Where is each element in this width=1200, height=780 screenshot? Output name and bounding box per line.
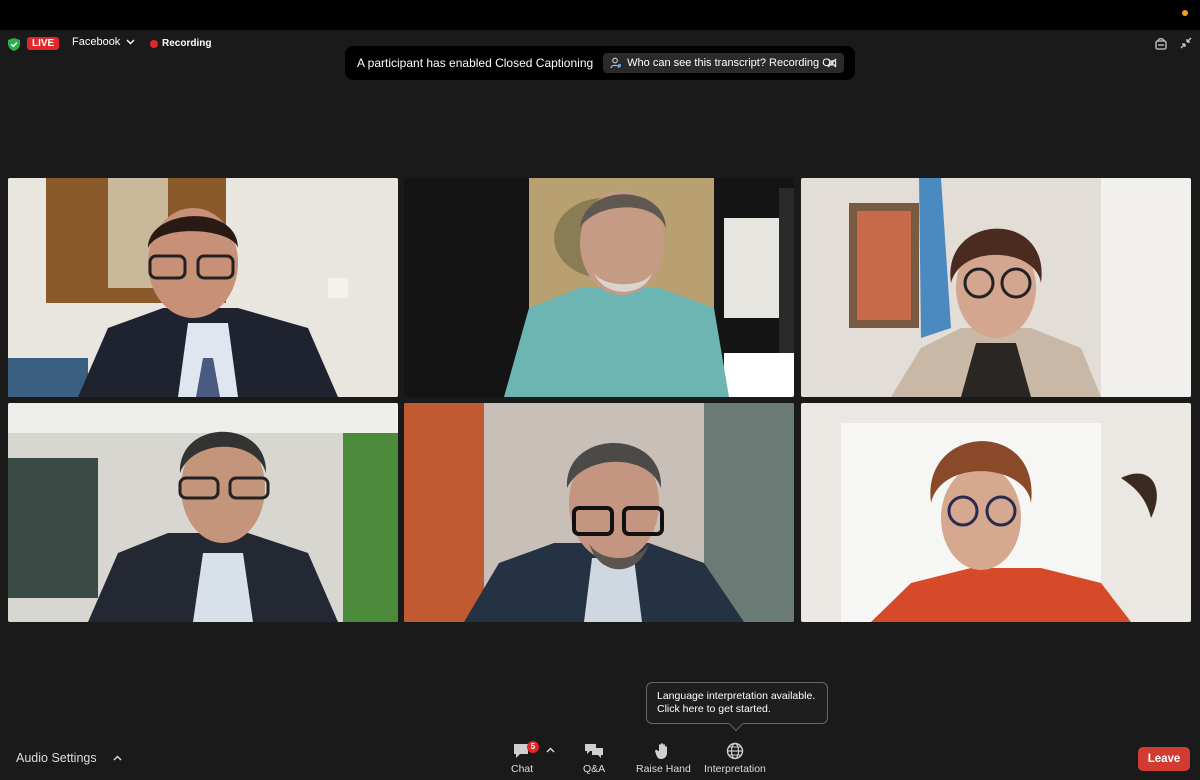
security-shield-icon[interactable] bbox=[8, 38, 20, 51]
close-icon[interactable] bbox=[825, 56, 839, 70]
transcript-visibility-button[interactable]: Who can see this transcript? Recording O… bbox=[603, 53, 844, 73]
video-tile-participant-1[interactable] bbox=[8, 178, 398, 397]
audio-settings-label: Audio Settings bbox=[16, 751, 97, 765]
meeting-toolbar: Audio Settings 5 Chat Q&A Raise Hand Int… bbox=[0, 738, 1200, 780]
notification-dot bbox=[1182, 10, 1188, 16]
stream-platform-label: Facebook bbox=[72, 36, 121, 48]
chat-unread-badge: 5 bbox=[527, 741, 539, 753]
exit-fullscreen-icon[interactable] bbox=[1179, 36, 1193, 50]
participant-video-feed bbox=[8, 403, 398, 622]
stream-platform-dropdown[interactable]: Facebook bbox=[72, 36, 135, 48]
window-title-bar bbox=[0, 0, 1200, 30]
recording-label: Recording bbox=[162, 38, 212, 49]
participant-video-feed bbox=[404, 403, 794, 622]
qa-label: Q&A bbox=[583, 763, 606, 775]
tooltip-line-2: Click here to get started. bbox=[657, 703, 771, 715]
tooltip-line-1: Language interpretation available. bbox=[657, 690, 816, 702]
interpretation-tooltip[interactable]: Language interpretation available. Click… bbox=[646, 682, 828, 732]
chat-button[interactable]: 5 Chat bbox=[511, 741, 539, 775]
live-badge: LIVE bbox=[27, 37, 60, 50]
tooltip-arrow bbox=[728, 716, 744, 732]
chevron-up-icon[interactable] bbox=[113, 755, 122, 761]
video-tile-participant-6[interactable] bbox=[801, 403, 1191, 622]
video-tile-participant-4[interactable] bbox=[8, 403, 398, 622]
qa-bubbles-icon bbox=[585, 744, 604, 758]
hand-icon bbox=[655, 743, 668, 759]
participant-video-feed bbox=[404, 178, 794, 397]
video-tile-participant-2[interactable] bbox=[404, 178, 794, 397]
person-lock-icon bbox=[610, 57, 622, 69]
participant-video-feed bbox=[801, 403, 1191, 622]
raise-hand-label: Raise Hand bbox=[636, 763, 691, 775]
video-tile-participant-5[interactable] bbox=[404, 403, 794, 622]
interpretation-button[interactable]: Interpretation bbox=[704, 742, 766, 775]
closed-caption-banner: A participant has enabled Closed Caption… bbox=[345, 46, 855, 80]
qa-button[interactable]: Q&A bbox=[583, 742, 605, 775]
record-dot-icon bbox=[150, 39, 158, 48]
leave-button[interactable]: Leave bbox=[1138, 747, 1190, 771]
participant-video-feed bbox=[801, 178, 1191, 397]
chevron-down-icon bbox=[126, 39, 135, 45]
raise-hand-button[interactable]: Raise Hand bbox=[636, 742, 691, 775]
caption-message: A participant has enabled Closed Caption… bbox=[357, 56, 594, 70]
video-tile-participant-3[interactable] bbox=[801, 178, 1191, 397]
participant-video-feed bbox=[8, 178, 398, 397]
chevron-up-icon[interactable] bbox=[546, 747, 555, 753]
transcript-link-label: Who can see this transcript? Recording O… bbox=[627, 57, 837, 69]
audio-settings-button[interactable]: Audio Settings bbox=[16, 751, 122, 765]
view-options-icon[interactable] bbox=[1154, 36, 1168, 50]
recording-indicator[interactable]: Recording bbox=[150, 38, 211, 49]
globe-icon bbox=[726, 742, 744, 760]
interpretation-label: Interpretation bbox=[704, 763, 766, 775]
chat-label: Chat bbox=[511, 763, 534, 775]
